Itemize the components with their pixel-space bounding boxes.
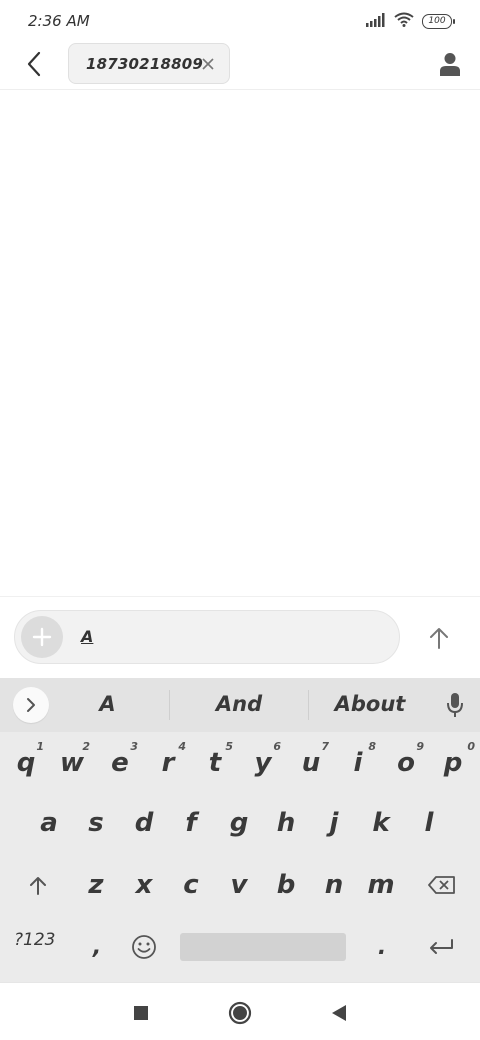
circle-icon [228, 1001, 252, 1025]
message-input[interactable]: A [14, 610, 400, 664]
emoji-key[interactable] [124, 922, 164, 972]
wifi-icon [394, 12, 414, 31]
key-a[interactable]: a [29, 798, 69, 848]
message-list [0, 91, 480, 596]
suggestion-divider [308, 690, 309, 720]
enter-icon [430, 939, 453, 954]
key-k[interactable]: k [361, 798, 401, 848]
key-s[interactable]: s [76, 798, 116, 848]
suggestion-2[interactable]: And [185, 692, 293, 716]
contact-button[interactable] [434, 48, 466, 80]
plus-icon [32, 627, 52, 647]
conversation-header: 18730218809 [0, 42, 480, 90]
key-i[interactable]: i8 [338, 738, 378, 788]
key-p[interactable]: p0 [433, 738, 475, 788]
suggestion-divider [169, 690, 170, 720]
back-arrow-icon [27, 51, 41, 77]
signal-bars-icon [366, 12, 386, 31]
key-h[interactable]: h [266, 798, 306, 848]
nav-back-button[interactable] [324, 998, 354, 1028]
suggestion-3[interactable]: About [322, 692, 418, 716]
key-c[interactable]: c [171, 860, 211, 910]
status-icons: 100 [366, 12, 455, 31]
key-z[interactable]: z [76, 860, 116, 910]
send-arrow-icon [430, 628, 448, 649]
person-icon [440, 53, 460, 76]
navigation-bar [0, 982, 480, 1040]
voice-input-button[interactable] [440, 690, 470, 720]
key-n[interactable]: n [314, 860, 354, 910]
key-q[interactable]: q1 [6, 738, 46, 788]
chevron-right-icon [27, 698, 35, 712]
status-time: 2:36 AM [28, 12, 90, 30]
key-m[interactable]: m [361, 860, 401, 910]
key-x[interactable]: x [124, 860, 164, 910]
back-button[interactable] [18, 48, 50, 80]
backspace-key[interactable] [422, 860, 462, 910]
key-v[interactable]: v [219, 860, 259, 910]
keyboard: A And About q1 w2 e3 r4 t5 y6 u7 i8 o9 p… [0, 678, 480, 982]
recents-button[interactable] [126, 998, 156, 1028]
key-u[interactable]: u7 [291, 738, 331, 788]
space-key[interactable] [180, 933, 346, 961]
remove-recipient-button[interactable] [199, 55, 217, 73]
home-button[interactable] [225, 998, 255, 1028]
backspace-icon [428, 876, 455, 894]
enter-key[interactable] [421, 922, 461, 972]
comma-key[interactable]: , [77, 922, 117, 972]
key-r[interactable]: r4 [148, 738, 188, 788]
key-b[interactable]: b [266, 860, 306, 910]
key-f[interactable]: f [171, 798, 211, 848]
key-o[interactable]: o9 [386, 738, 426, 788]
microphone-icon [447, 693, 463, 717]
battery-indicator: 100 [422, 14, 455, 29]
key-g[interactable]: g [219, 798, 259, 848]
shift-key[interactable] [18, 860, 58, 910]
key-e[interactable]: e3 [100, 738, 140, 788]
emoji-icon [132, 935, 156, 959]
key-y[interactable]: y6 [243, 738, 283, 788]
key-l[interactable]: l [409, 798, 449, 848]
key-j[interactable]: j [314, 798, 354, 848]
key-d[interactable]: d [124, 798, 164, 848]
recipient-number: 18730218809 [86, 54, 204, 73]
triangle-back-icon [332, 1005, 346, 1021]
recipient-chip[interactable]: 18730218809 [68, 43, 230, 84]
key-w[interactable]: w2 [52, 738, 92, 788]
shift-arrow-icon [30, 877, 46, 895]
key-t[interactable]: t5 [195, 738, 235, 788]
suggestion-1[interactable]: A [60, 692, 155, 716]
status-bar: 2:36 AM 100 [0, 0, 480, 42]
message-text: A [81, 627, 94, 646]
symbols-key[interactable]: ?123 [14, 930, 55, 950]
close-icon [202, 58, 214, 70]
square-icon [134, 1006, 148, 1020]
period-key[interactable]: . [362, 922, 402, 972]
send-button[interactable] [420, 619, 458, 657]
attach-button[interactable] [21, 616, 63, 658]
suggestion-bar: A And About [0, 678, 480, 732]
compose-area: A [0, 596, 480, 678]
expand-toolbar-button[interactable] [13, 687, 49, 723]
